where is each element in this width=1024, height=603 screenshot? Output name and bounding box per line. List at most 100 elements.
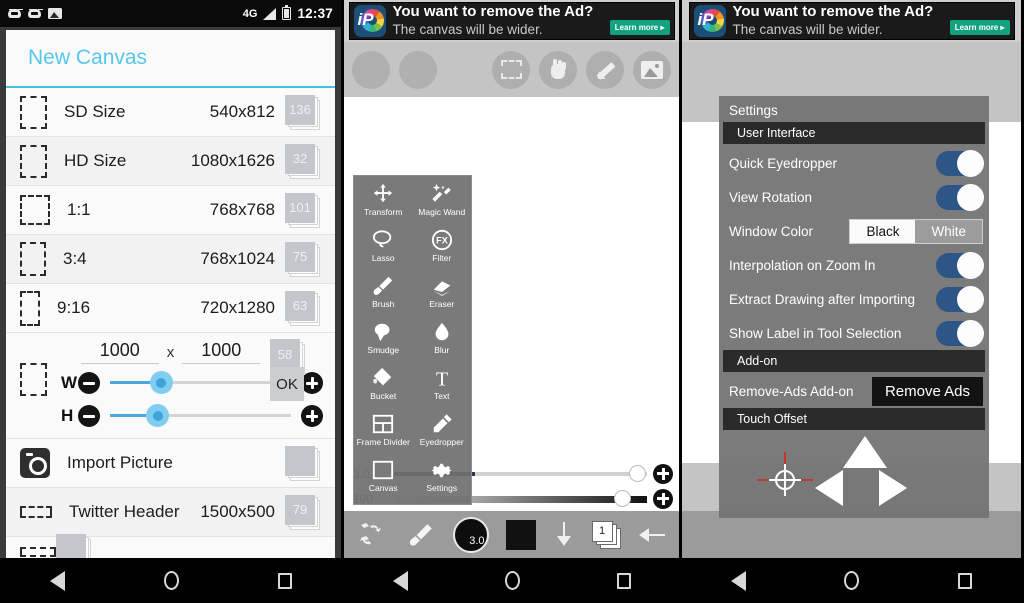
remove-ads-button[interactable]: Remove Ads [871, 376, 983, 406]
tool-lasso[interactable]: Lasso [354, 226, 413, 272]
preset-count: 101 [285, 192, 315, 223]
preset-row-9-16[interactable]: 9:16 720x1280 63 [6, 284, 335, 333]
selection-icon[interactable] [492, 50, 530, 89]
undo-redo-icon[interactable] [359, 522, 389, 548]
tool-canvas[interactable]: Canvas [354, 456, 413, 502]
nav-back-icon[interactable] [731, 570, 747, 591]
tool-settings[interactable]: Settings [413, 456, 472, 502]
preset-dimensions: 768x768 [209, 200, 275, 219]
preset-row-hd[interactable]: HD Size 1080x1626 32 [6, 137, 335, 186]
nav-recents-icon[interactable] [957, 572, 972, 589]
setting-row-view-rotation[interactable]: View Rotation [719, 180, 989, 214]
nav-home-icon[interactable] [844, 571, 860, 590]
preset-count: 79 [285, 494, 315, 525]
hand-icon[interactable] [539, 50, 577, 89]
tool-text[interactable]: T Text [413, 364, 472, 410]
import-picture-row[interactable]: Import Picture [6, 439, 335, 488]
ad-text: You want to remove the Ad? The canvas wi… [393, 3, 603, 39]
preset-count: 136 [285, 94, 315, 125]
twitter-header-row[interactable]: Twitter Header 1500x500 79 [6, 488, 335, 537]
interpolation-toggle[interactable] [936, 251, 984, 279]
ad-learn-more-button[interactable]: Learn more ▸ [949, 20, 1010, 35]
blank-circle-icon[interactable] [352, 50, 390, 89]
layer-count: 1 [591, 520, 613, 542]
bucket-icon [372, 367, 394, 389]
brush-tool-icon[interactable] [406, 522, 436, 548]
opacity-plus-button[interactable] [653, 488, 673, 509]
bottom-toolbar: 3.0 1 [344, 511, 679, 558]
setting-row-show-label[interactable]: Show Label in Tool Selection [719, 316, 989, 350]
quick-eyedropper-toggle[interactable] [936, 149, 984, 177]
tool-brush[interactable]: Brush [354, 272, 413, 318]
brush-size-plus-button[interactable] [653, 463, 673, 484]
setting-label: View Rotation [729, 189, 813, 205]
tool-filter[interactable]: FX Filter [413, 226, 472, 272]
width-decrement-button[interactable] [78, 371, 100, 394]
tool-blur[interactable]: Blur [413, 318, 472, 364]
preset-row-3-4[interactable]: 3:4 768x1024 75 [6, 235, 335, 284]
tool-smudge[interactable]: Smudge [354, 318, 413, 364]
tool-frame-divider[interactable]: Frame Divider [354, 410, 413, 456]
setting-row-window-color[interactable]: Window Color Black White [719, 214, 989, 248]
ok-stack[interactable]: OK [270, 367, 305, 402]
preset-label: Twitter Header [69, 502, 180, 521]
nav-back-icon[interactable] [392, 570, 408, 591]
offset-left-button[interactable] [815, 470, 843, 506]
height-decrement-button[interactable] [78, 404, 100, 427]
preset-row-1-1[interactable]: 1:1 768x768 101 [6, 186, 335, 235]
ad-learn-more-button[interactable]: Learn more ▸ [609, 20, 670, 35]
nav-recents-icon[interactable] [277, 572, 292, 589]
pencil-icon[interactable] [586, 50, 624, 89]
nav-home-icon[interactable] [163, 571, 179, 590]
tool-transform[interactable]: Transform [354, 180, 413, 226]
android-status-bar: 4G 12:37 [0, 0, 341, 27]
show-label-toggle[interactable] [936, 319, 984, 347]
setting-row-extract-drawing[interactable]: Extract Drawing after Importing [719, 282, 989, 316]
height-input[interactable]: 1000 [182, 340, 261, 364]
nav-back-icon[interactable] [49, 570, 65, 591]
color-swatch-button[interactable] [505, 519, 536, 550]
window-color-option-black[interactable]: Black [850, 219, 916, 243]
touch-offset-control[interactable] [719, 432, 989, 510]
tool-magic-wand[interactable]: Magic Wand [413, 180, 472, 226]
back-arrow-icon[interactable] [638, 524, 665, 546]
download-arrow-icon[interactable] [553, 521, 575, 548]
width-input[interactable]: 1000 [80, 340, 159, 364]
tool-label: Filter [432, 253, 452, 263]
offset-right-button[interactable] [879, 470, 907, 506]
window-color-option-white[interactable]: White [915, 219, 982, 243]
ad-logo-text: iP [357, 10, 374, 29]
tool-bucket[interactable]: Bucket [354, 364, 413, 410]
ok-button[interactable]: OK [270, 367, 304, 401]
width-slider[interactable] [110, 371, 291, 394]
preset-dimensions: 1080x1626 [190, 151, 275, 170]
height-increment-button[interactable] [301, 404, 323, 427]
brush-size-button[interactable]: 3.0 [452, 516, 489, 553]
camera-icon [20, 448, 50, 478]
preset-count-stack: 79 [285, 494, 320, 530]
offset-up-button[interactable] [843, 436, 887, 468]
setting-row-quick-eyedropper[interactable]: Quick Eyedropper [719, 146, 989, 180]
view-rotation-toggle[interactable] [936, 183, 984, 211]
image-icon[interactable] [633, 50, 671, 89]
tool-eyedropper[interactable]: Eyedropper [413, 410, 472, 456]
blank-circle-icon[interactable] [399, 50, 437, 89]
layers-button[interactable]: 1 [591, 520, 622, 549]
extract-drawing-toggle[interactable] [936, 285, 984, 313]
height-slider[interactable] [110, 404, 291, 427]
tool-label: Text [433, 391, 450, 401]
tool-eraser[interactable]: Eraser [413, 272, 472, 318]
preset-dimensions: 540x812 [209, 102, 275, 121]
nav-recents-icon[interactable] [616, 572, 631, 589]
tool-label: Transform [364, 207, 403, 217]
window-color-segmented-control[interactable]: Black White [849, 218, 983, 244]
setting-row-remove-ads[interactable]: Remove-Ads Add-on Remove Ads [719, 374, 989, 408]
nav-home-icon[interactable] [504, 571, 520, 590]
ad-banner[interactable]: iP You want to remove the Ad? The canvas… [348, 2, 675, 40]
android-nav-bar [344, 558, 679, 603]
setting-row-interpolation[interactable]: Interpolation on Zoom In [719, 248, 989, 282]
android-notification-icon [8, 8, 21, 19]
ad-banner[interactable]: iP You want to remove the Ad? The canvas… [688, 2, 1015, 40]
preset-row-sd[interactable]: SD Size 540x812 136 [6, 88, 335, 137]
frame-divider-icon [372, 413, 394, 435]
